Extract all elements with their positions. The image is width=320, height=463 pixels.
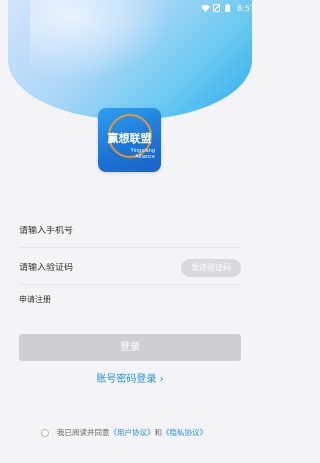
no-sim-icon	[213, 4, 221, 12]
password-login-link[interactable]: 账号密码登录 ›	[0, 370, 260, 385]
agreement-row: 我已阅读并同意《用户协议》和《隐私协议》	[41, 427, 207, 438]
agreement-checkbox[interactable]	[41, 428, 49, 437]
login-button[interactable]: 登录	[19, 334, 241, 361]
agreement-and: 和	[154, 428, 163, 437]
phone-field	[19, 214, 241, 248]
agreement-prefix: 我已阅读并同意	[57, 428, 110, 437]
agreement-text: 我已阅读并同意《用户协议》和《隐私协议》	[57, 427, 207, 438]
logo-subtitle-line2: Alliance	[135, 154, 155, 160]
privacy-agreement-link[interactable]: 《隐私协议》	[162, 428, 207, 437]
register-link[interactable]: 申请注册	[19, 294, 51, 305]
status-bar: 8:57	[0, 0, 260, 16]
status-time: 8:57	[237, 3, 255, 13]
phone-input[interactable]	[19, 225, 169, 236]
code-field: 发送验证码	[19, 251, 241, 285]
verification-code-input[interactable]	[19, 262, 169, 273]
battery-icon	[225, 4, 233, 12]
wifi-icon	[201, 4, 211, 12]
logo-title: 赢想联盟	[107, 132, 152, 145]
user-agreement-link[interactable]: 《用户协议》	[110, 428, 155, 437]
send-code-button[interactable]: 发送验证码	[181, 259, 241, 277]
app-logo: 赢想联盟 Yingxiang Alliance	[98, 108, 161, 172]
logo-subtitle: Yingxiang Alliance	[131, 148, 155, 160]
